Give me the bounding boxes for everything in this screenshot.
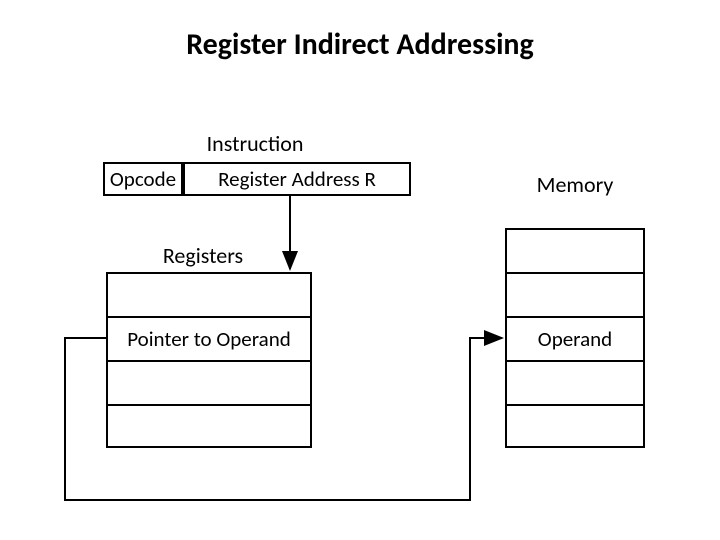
memory-row [507,274,643,318]
register-address-text: Register Address R [218,166,376,192]
register-address-box: Register Address R [183,162,411,196]
register-cell-pointer: Pointer to Operand [127,326,291,352]
register-row [108,406,310,450]
memory-row [507,406,643,450]
opcode-text: Opcode [110,166,176,192]
register-row [108,274,310,318]
register-row [108,362,310,406]
registers-label: Registers [148,242,258,269]
memory-label: Memory [510,171,640,198]
memory-row [507,230,643,274]
opcode-box: Opcode [103,162,183,196]
instruction-label: Instruction [175,130,335,157]
memory-table: Operand [505,228,645,448]
memory-row: Operand [507,318,643,362]
memory-cell-operand: Operand [538,326,612,352]
memory-row [507,362,643,406]
register-row: Pointer to Operand [108,318,310,362]
page-title: Register Indirect Addressing [0,26,720,63]
registers-table: Pointer to Operand [106,272,312,448]
